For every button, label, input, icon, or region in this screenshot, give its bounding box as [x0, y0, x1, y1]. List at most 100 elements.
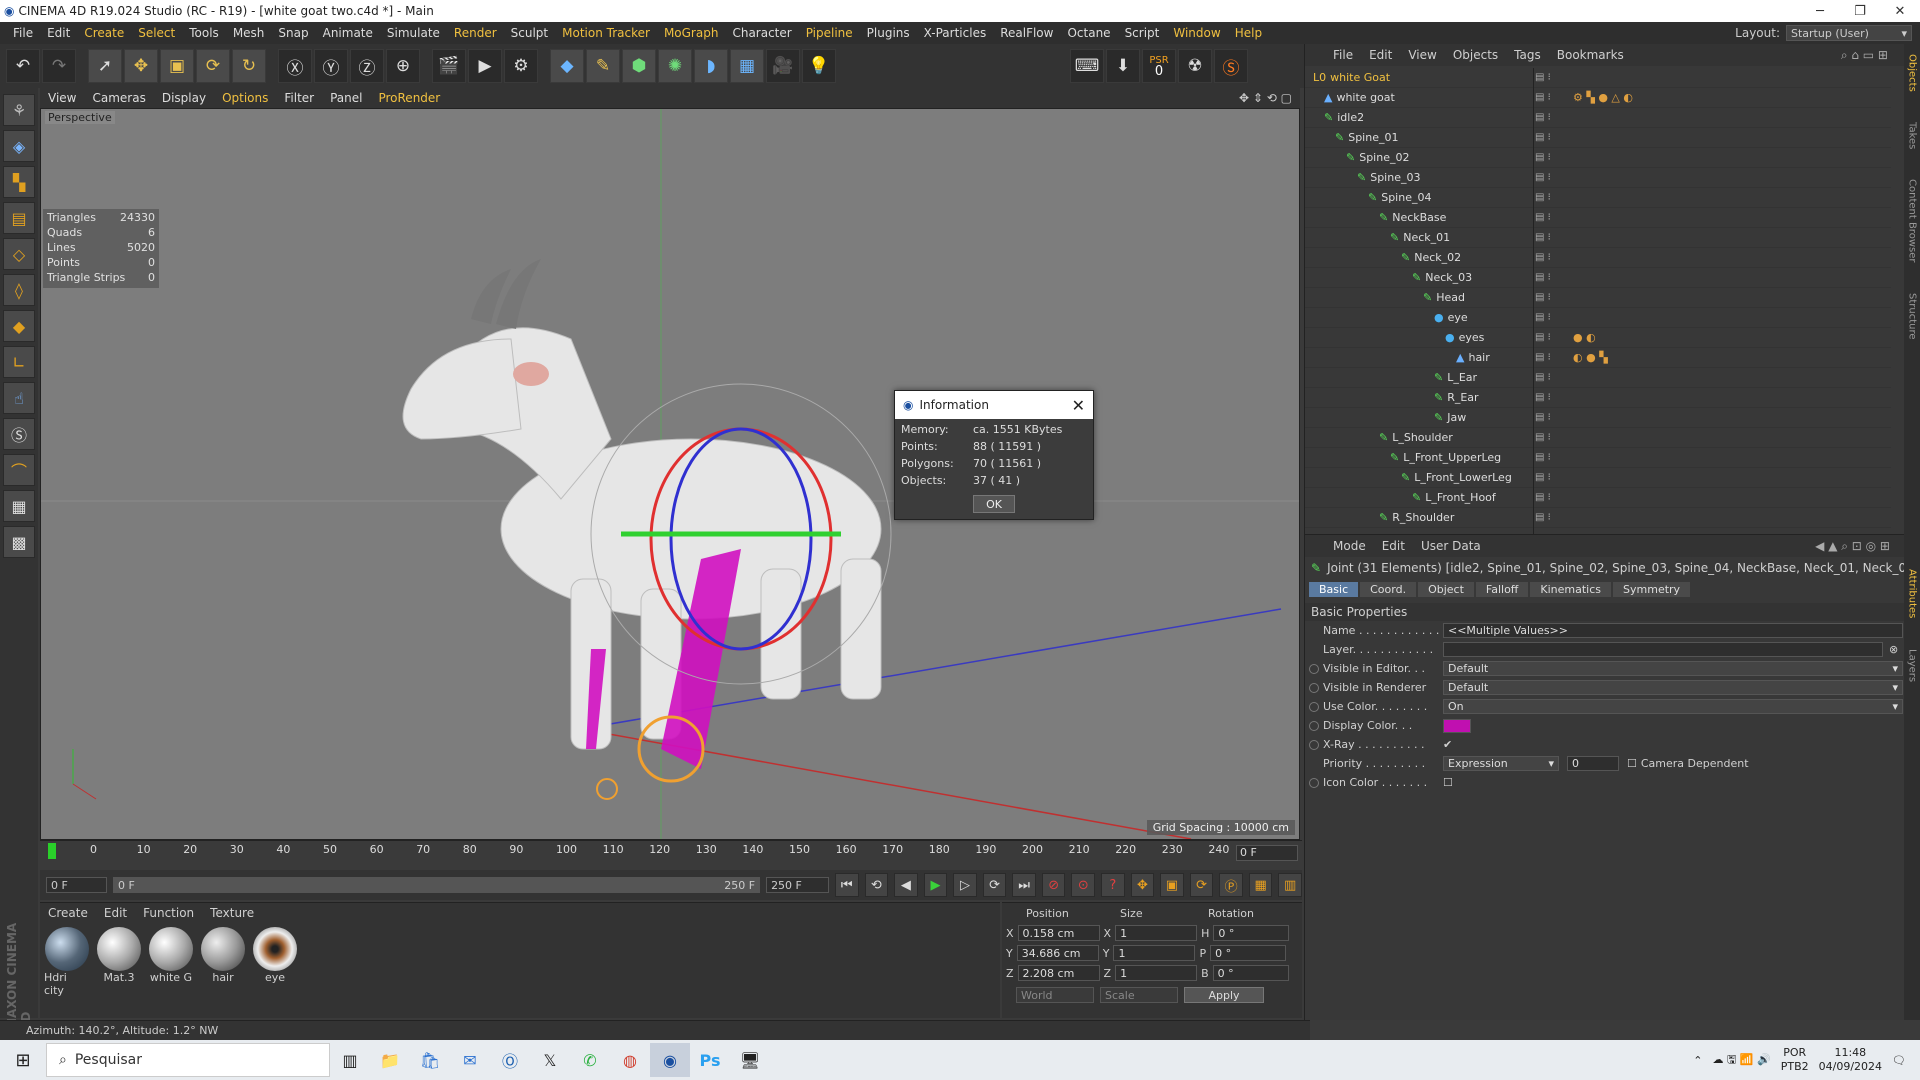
menu-pipeline[interactable]: Pipeline: [799, 26, 860, 40]
key-rotation-icon[interactable]: ⟳: [1189, 873, 1214, 897]
outlook-icon[interactable]: Ⓞ: [490, 1043, 530, 1077]
side-tab-objects[interactable]: Objects: [1907, 54, 1918, 92]
tab-coord[interactable]: Coord.: [1360, 581, 1417, 597]
priority-value-field[interactable]: 0: [1567, 756, 1619, 771]
key-parameter-icon[interactable]: Ⓟ: [1219, 873, 1243, 897]
visibility-toggle-icon[interactable]: ▤ ⁝: [1535, 212, 1551, 223]
autokey-icon[interactable]: ⊙: [1071, 873, 1096, 897]
texture-mode-icon[interactable]: ▚: [3, 166, 35, 198]
frame-range-slider[interactable]: 0 F 250 F: [112, 877, 761, 893]
tree-row[interactable]: ✎ Neck_01 ▤ ⁝: [1305, 228, 1891, 248]
mat-menu-create[interactable]: Create: [40, 906, 96, 920]
menu-character[interactable]: Character: [725, 26, 798, 40]
material-eye[interactable]: eye: [252, 927, 298, 997]
obj-menu-edit[interactable]: Edit: [1361, 48, 1400, 62]
visibility-toggle-icon[interactable]: ▤ ⁝: [1535, 72, 1551, 83]
tab-kinematics[interactable]: Kinematics: [1530, 581, 1612, 597]
tree-row[interactable]: ✎ Spine_04 ▤ ⁝: [1305, 188, 1891, 208]
coordinate-system-icon[interactable]: ⊕: [386, 49, 420, 83]
prev-frame-icon[interactable]: ◀: [894, 873, 918, 897]
cinema4d-taskbar-icon[interactable]: ◉: [650, 1043, 690, 1077]
visibility-toggle-icon[interactable]: ▤ ⁝: [1535, 512, 1551, 523]
radiation-plugin-icon[interactable]: ☢: [1178, 49, 1212, 83]
visibility-toggle-icon[interactable]: ▤ ⁝: [1535, 172, 1551, 183]
rotation-p-field[interactable]: 0 °: [1210, 945, 1287, 961]
taskbar-search[interactable]: ⌕ Pesquisar: [46, 1043, 330, 1077]
visibility-toggle-icon[interactable]: ▤ ⁝: [1535, 132, 1551, 143]
rotate-icon[interactable]: ⟳: [196, 49, 230, 83]
subdivision-icon[interactable]: ⬢: [622, 49, 656, 83]
prev-key-icon[interactable]: ⟲: [864, 873, 889, 897]
visibility-toggle-icon[interactable]: ▤ ⁝: [1535, 192, 1551, 203]
close-icon[interactable]: ✕: [1072, 396, 1085, 415]
tree-row[interactable]: ✎ L_Front_Hoof ▤ ⁝: [1305, 488, 1891, 508]
visible-in-editor-dropdown[interactable]: Default ▾: [1443, 661, 1903, 676]
side-tab-structure[interactable]: Structure: [1907, 293, 1918, 340]
position-x-field[interactable]: 0.158 cm: [1017, 925, 1100, 941]
name-field[interactable]: <<Multiple Values>>: [1443, 623, 1903, 638]
menu-realflow[interactable]: RealFlow: [993, 26, 1060, 40]
import-icon[interactable]: ⬇: [1106, 49, 1140, 83]
play-icon[interactable]: ▶: [923, 873, 948, 897]
menu-motion-tracker[interactable]: Motion Tracker: [555, 26, 657, 40]
menu-octane[interactable]: Octane: [1060, 26, 1117, 40]
visibility-toggle-icon[interactable]: ▤ ⁝: [1535, 412, 1551, 423]
edges-mode-icon[interactable]: ◊: [3, 274, 35, 306]
render-view-icon[interactable]: 🎬: [432, 49, 466, 83]
tree-row[interactable]: ✎ L_Front_LowerLeg ▤ ⁝: [1305, 468, 1891, 488]
timeline-window-icon[interactable]: ▥: [1278, 873, 1302, 897]
layer-field[interactable]: [1443, 642, 1883, 657]
layer-clear-icon[interactable]: ⊗: [1889, 643, 1898, 656]
y-axis-icon[interactable]: Ⓨ: [314, 49, 348, 83]
tab-basic[interactable]: Basic: [1309, 581, 1359, 597]
visibility-toggle-icon[interactable]: ▤ ⁝: [1535, 272, 1551, 283]
photoshop-icon[interactable]: Ps: [690, 1043, 730, 1077]
mat-menu-edit[interactable]: Edit: [96, 906, 135, 920]
coord-scale-dropdown[interactable]: Scale: [1100, 987, 1178, 1003]
x-app-icon[interactable]: 𝕏: [530, 1043, 570, 1077]
go-to-end-icon[interactable]: ⏭: [1012, 873, 1036, 897]
priority-dropdown[interactable]: Expression ▾: [1443, 756, 1559, 771]
tab-falloff[interactable]: Falloff: [1475, 581, 1529, 597]
material-white-goat[interactable]: white G: [148, 927, 194, 997]
tree-row[interactable]: ✎ Head ▤ ⁝: [1305, 288, 1891, 308]
snap-icon[interactable]: Ⓢ: [3, 418, 35, 450]
tree-row[interactable]: ▲ white goat ▤ ⁝ ⚙ ▚ ● △ ◐: [1305, 88, 1891, 108]
visibility-toggle-icon[interactable]: ▤ ⁝: [1535, 432, 1551, 443]
workplane-icon[interactable]: ▤: [3, 202, 35, 234]
clock[interactable]: 11:48 04/09/2024: [1819, 1046, 1882, 1074]
tree-row[interactable]: ✎ Spine_03 ▤ ⁝: [1305, 168, 1891, 188]
position-z-field[interactable]: 2.208 cm: [1017, 965, 1100, 981]
tree-row[interactable]: ✎ Spine_02 ▤ ⁝: [1305, 148, 1891, 168]
tweak-icon[interactable]: ☝: [3, 382, 35, 414]
render-picture-viewer-icon[interactable]: ▶: [468, 49, 502, 83]
menu-window[interactable]: Window: [1166, 26, 1227, 40]
menu-edit[interactable]: Edit: [40, 26, 77, 40]
tree-row[interactable]: ● eye ▤ ⁝: [1305, 308, 1891, 328]
vp-menu-filter[interactable]: Filter: [276, 91, 322, 105]
rotation-h-field[interactable]: 0 °: [1213, 925, 1290, 941]
attr-nav-icons[interactable]: ◀ ▲ ⌕ ⊡ ◎ ⊞: [1807, 539, 1904, 554]
task-view-icon[interactable]: ▥: [330, 1043, 370, 1077]
camera-icon[interactable]: 🎥: [766, 49, 800, 83]
x-axis-icon[interactable]: Ⓧ: [278, 49, 312, 83]
menu-mograph[interactable]: MoGraph: [657, 26, 726, 40]
tab-object[interactable]: Object: [1418, 581, 1474, 597]
windows-start-icon[interactable]: ⊞: [0, 1050, 46, 1071]
tree-row[interactable]: ✎ L_Shoulder ▤ ⁝: [1305, 428, 1891, 448]
side-tab-content-browser[interactable]: Content Browser: [1907, 179, 1918, 262]
floor-icon[interactable]: ▦: [730, 49, 764, 83]
vp-menu-cameras[interactable]: Cameras: [84, 91, 153, 105]
visibility-toggle-icon[interactable]: ▤ ⁝: [1535, 472, 1551, 483]
select-arrow-icon[interactable]: ➚: [88, 49, 122, 83]
material-mat3[interactable]: Mat.3: [96, 927, 142, 997]
material-hdri-city[interactable]: Hdri city: [44, 927, 90, 997]
obj-menu-file[interactable]: File: [1325, 48, 1361, 62]
deformer-icon[interactable]: ◗: [694, 49, 728, 83]
object-tags-icon[interactable]: ⚙ ▚ ● △ ◐: [1573, 91, 1633, 104]
tree-row[interactable]: ✎ NeckBase ▤ ⁝: [1305, 208, 1891, 228]
tree-row[interactable]: ✎ R_Ear ▤ ⁝: [1305, 388, 1891, 408]
tree-row[interactable]: ✎ idle2 ▤ ⁝: [1305, 108, 1891, 128]
menu-help[interactable]: Help: [1228, 26, 1269, 40]
axis-mode-icon[interactable]: ∟: [3, 346, 35, 378]
